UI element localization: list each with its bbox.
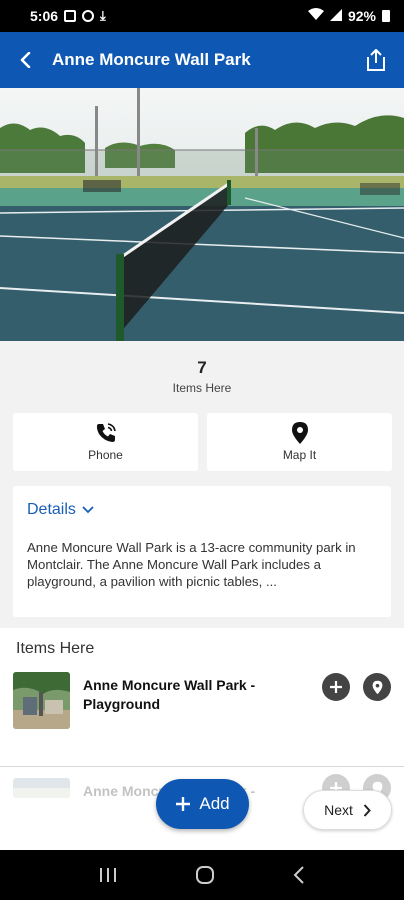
item-map-button[interactable] — [363, 673, 391, 701]
divider — [0, 766, 404, 767]
item-thumbnail — [13, 672, 70, 729]
phone-label: Phone — [88, 448, 123, 462]
add-item-button[interactable] — [322, 673, 350, 701]
share-button[interactable] — [348, 32, 404, 88]
wifi-icon — [307, 8, 324, 24]
map-it-button[interactable]: Map It — [207, 413, 392, 471]
app-bar: Anne Moncure Wall Park — [0, 32, 404, 88]
details-label: Details — [27, 501, 76, 518]
recent-apps-icon[interactable] — [99, 867, 117, 883]
items-count: 7 — [197, 358, 207, 377]
page-title: Anne Moncure Wall Park — [52, 50, 251, 69]
items-count-label: Items Here — [172, 381, 232, 395]
item-name: Anne Moncure Wall Park - Playground — [83, 677, 256, 712]
battery-icon — [382, 10, 390, 22]
items-section-title: Items Here — [16, 640, 95, 657]
share-icon — [367, 49, 385, 71]
status-bar: 5:06 ⤓ 92% — [0, 0, 404, 32]
add-button[interactable]: Add — [156, 779, 249, 829]
phone-icon — [96, 423, 116, 442]
photo-notification-icon — [64, 10, 77, 22]
details-toggle[interactable]: Details — [27, 501, 377, 519]
chevron-right-icon — [363, 803, 371, 817]
status-time: 5:06 — [30, 8, 59, 24]
battery-percent: 92% — [347, 8, 376, 24]
details-text: Anne Moncure Wall Park is a 13-acre comm… — [27, 540, 356, 589]
map-pin-icon — [291, 422, 308, 444]
system-nav-bar — [0, 850, 404, 900]
park-photo — [0, 88, 404, 341]
plus-icon — [176, 797, 191, 811]
back-arrow-icon — [20, 52, 31, 68]
phone-button[interactable]: Phone — [13, 413, 198, 471]
add-label: Add — [199, 794, 230, 813]
next-label: Next — [324, 802, 353, 818]
download-icon: ⤓ — [100, 8, 106, 23]
home-icon[interactable] — [195, 865, 215, 885]
details-card: Details Anne Moncure Wall Park is a 13-a… — [13, 486, 391, 617]
map-pin-icon — [372, 680, 382, 694]
back-button[interactable] — [0, 32, 52, 88]
plus-icon — [330, 681, 342, 693]
item-thumbnail — [13, 778, 70, 798]
do-not-disturb-icon — [82, 10, 95, 22]
map-it-label: Map It — [282, 448, 317, 462]
signal-icon — [329, 8, 342, 24]
next-button[interactable]: Next — [303, 790, 392, 830]
items-count-block: 7 Items Here — [0, 358, 404, 395]
list-item[interactable]: Anne Moncure Wall Park - Playground — [0, 672, 404, 762]
chevron-down-icon — [82, 506, 94, 514]
back-nav-icon[interactable] — [293, 866, 305, 884]
